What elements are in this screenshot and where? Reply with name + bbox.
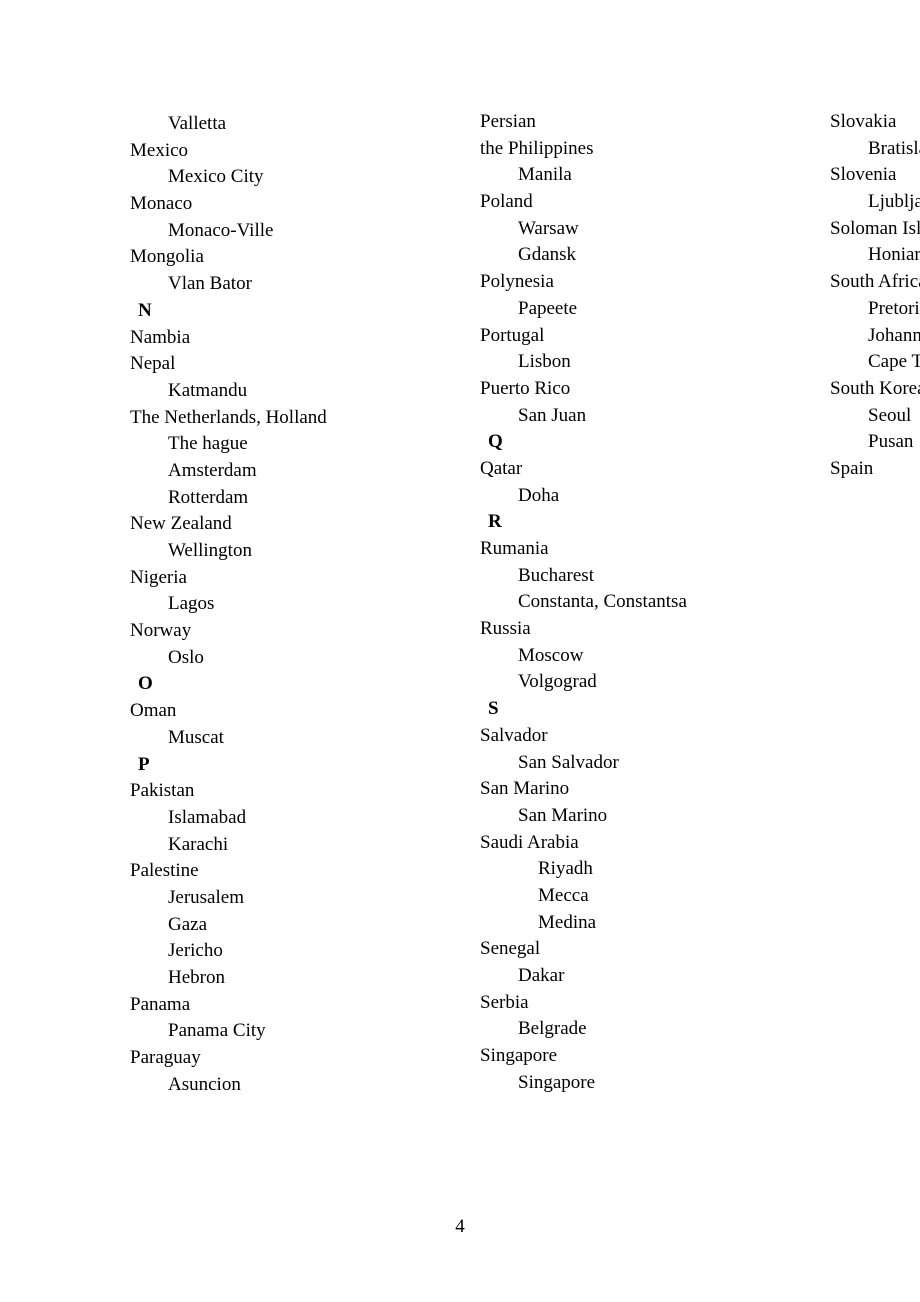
city-item: Doha xyxy=(480,484,790,509)
city-item: Pusan xyxy=(830,430,920,455)
section-header: O xyxy=(130,672,440,697)
country-item: New Zealand xyxy=(130,512,440,537)
city-item: Jerusalem xyxy=(130,886,440,911)
country-item: Serbia xyxy=(480,991,790,1016)
city-item: Lagos xyxy=(130,592,440,617)
country-item: Pakistan xyxy=(130,779,440,804)
country-item: Mongolia xyxy=(130,245,440,270)
city-item: Dakar xyxy=(480,964,790,989)
country-item: Slovakia xyxy=(830,110,920,135)
city-item: Medina xyxy=(480,911,790,936)
country-item: South Africa xyxy=(830,270,920,295)
country-item: Rumania xyxy=(480,537,790,562)
city-item: Ljubljana xyxy=(830,190,920,215)
city-item: Manila xyxy=(480,163,790,188)
country-item: Palestine xyxy=(130,859,440,884)
city-item: Constanta, Constantsa xyxy=(480,590,790,615)
country-item: Nigeria xyxy=(130,566,440,591)
city-item: Pretoria xyxy=(830,297,920,322)
city-item: Riyadh xyxy=(480,857,790,882)
country-item: Slovenia xyxy=(830,163,920,188)
country-item: Nambia xyxy=(130,326,440,351)
city-item: Seoul xyxy=(830,404,920,429)
city-item: Gaza xyxy=(130,913,440,938)
city-item: Warsaw xyxy=(480,217,790,242)
country-item: Polynesia xyxy=(480,270,790,295)
country-item: San Marino xyxy=(480,777,790,802)
city-item: Mecca xyxy=(480,884,790,909)
country-item: Qatar xyxy=(480,457,790,482)
city-item: Panama City xyxy=(130,1019,440,1044)
city-item: San Salvador xyxy=(480,751,790,776)
country-item: Mexico xyxy=(130,139,440,164)
section-header: P xyxy=(130,753,440,778)
country-item: South Korea xyxy=(830,377,920,402)
section-header: S xyxy=(480,697,790,722)
city-item: The hague xyxy=(130,432,440,457)
country-item: Singapore xyxy=(480,1044,790,1069)
city-item: Bucharest xyxy=(480,564,790,589)
city-item: Papeete xyxy=(480,297,790,322)
country-item: Norway xyxy=(130,619,440,644)
country-item: Russia xyxy=(480,617,790,642)
city-item: Gdansk xyxy=(480,243,790,268)
country-item: Nepal xyxy=(130,352,440,377)
country-item: Monaco xyxy=(130,192,440,217)
city-item: San Juan xyxy=(480,404,790,429)
city-item: San Marino xyxy=(480,804,790,829)
city-item: Islamabad xyxy=(130,806,440,831)
city-item: Bratislava xyxy=(830,137,920,162)
city-item: Valletta xyxy=(130,112,440,137)
section-header: R xyxy=(480,510,790,535)
document-page: VallettaMexicoMexico CityMonacoMonaco-Vi… xyxy=(0,0,920,1180)
city-item: Honiara xyxy=(830,243,920,268)
city-item: Belgrade xyxy=(480,1017,790,1042)
city-item: Jericho xyxy=(130,939,440,964)
city-item: Karachi xyxy=(130,833,440,858)
country-item: Senegal xyxy=(480,937,790,962)
city-item: Hebron xyxy=(130,966,440,991)
country-item: Oman xyxy=(130,699,440,724)
country-item: Saudi Arabia xyxy=(480,831,790,856)
city-item: Moscow xyxy=(480,644,790,669)
country-item: Paraguay xyxy=(130,1046,440,1071)
city-item: Johannesburg xyxy=(830,324,920,349)
city-item: Rotterdam xyxy=(130,486,440,511)
country-item: Portugal xyxy=(480,324,790,349)
section-header: Q xyxy=(480,430,790,455)
city-item: Wellington xyxy=(130,539,440,564)
country-item: Spain xyxy=(830,457,920,482)
country-item: Persian xyxy=(480,110,790,135)
country-item: Soloman Islands xyxy=(830,217,920,242)
city-item: Asuncion xyxy=(130,1073,440,1098)
country-item: Panama xyxy=(130,993,440,1018)
city-item: Mexico City xyxy=(130,165,440,190)
city-item: Vlan Bator xyxy=(130,272,440,297)
country-item: Puerto Rico xyxy=(480,377,790,402)
country-item: The Netherlands, Holland xyxy=(130,406,440,431)
city-item: Oslo xyxy=(130,646,440,671)
country-item: Salvador xyxy=(480,724,790,749)
country-item: the Philippines xyxy=(480,137,790,162)
city-item: Singapore xyxy=(480,1071,790,1096)
city-item: Katmandu xyxy=(130,379,440,404)
city-item: Muscat xyxy=(130,726,440,751)
section-header: N xyxy=(130,299,440,324)
country-item: Poland xyxy=(480,190,790,215)
city-item: Amsterdam xyxy=(130,459,440,484)
city-item: Monaco-Ville xyxy=(130,219,440,244)
page-number: 4 xyxy=(0,1215,920,1240)
city-item: Cape Town xyxy=(830,350,920,375)
city-item: Lisbon xyxy=(480,350,790,375)
city-item: Volgograd xyxy=(480,670,790,695)
